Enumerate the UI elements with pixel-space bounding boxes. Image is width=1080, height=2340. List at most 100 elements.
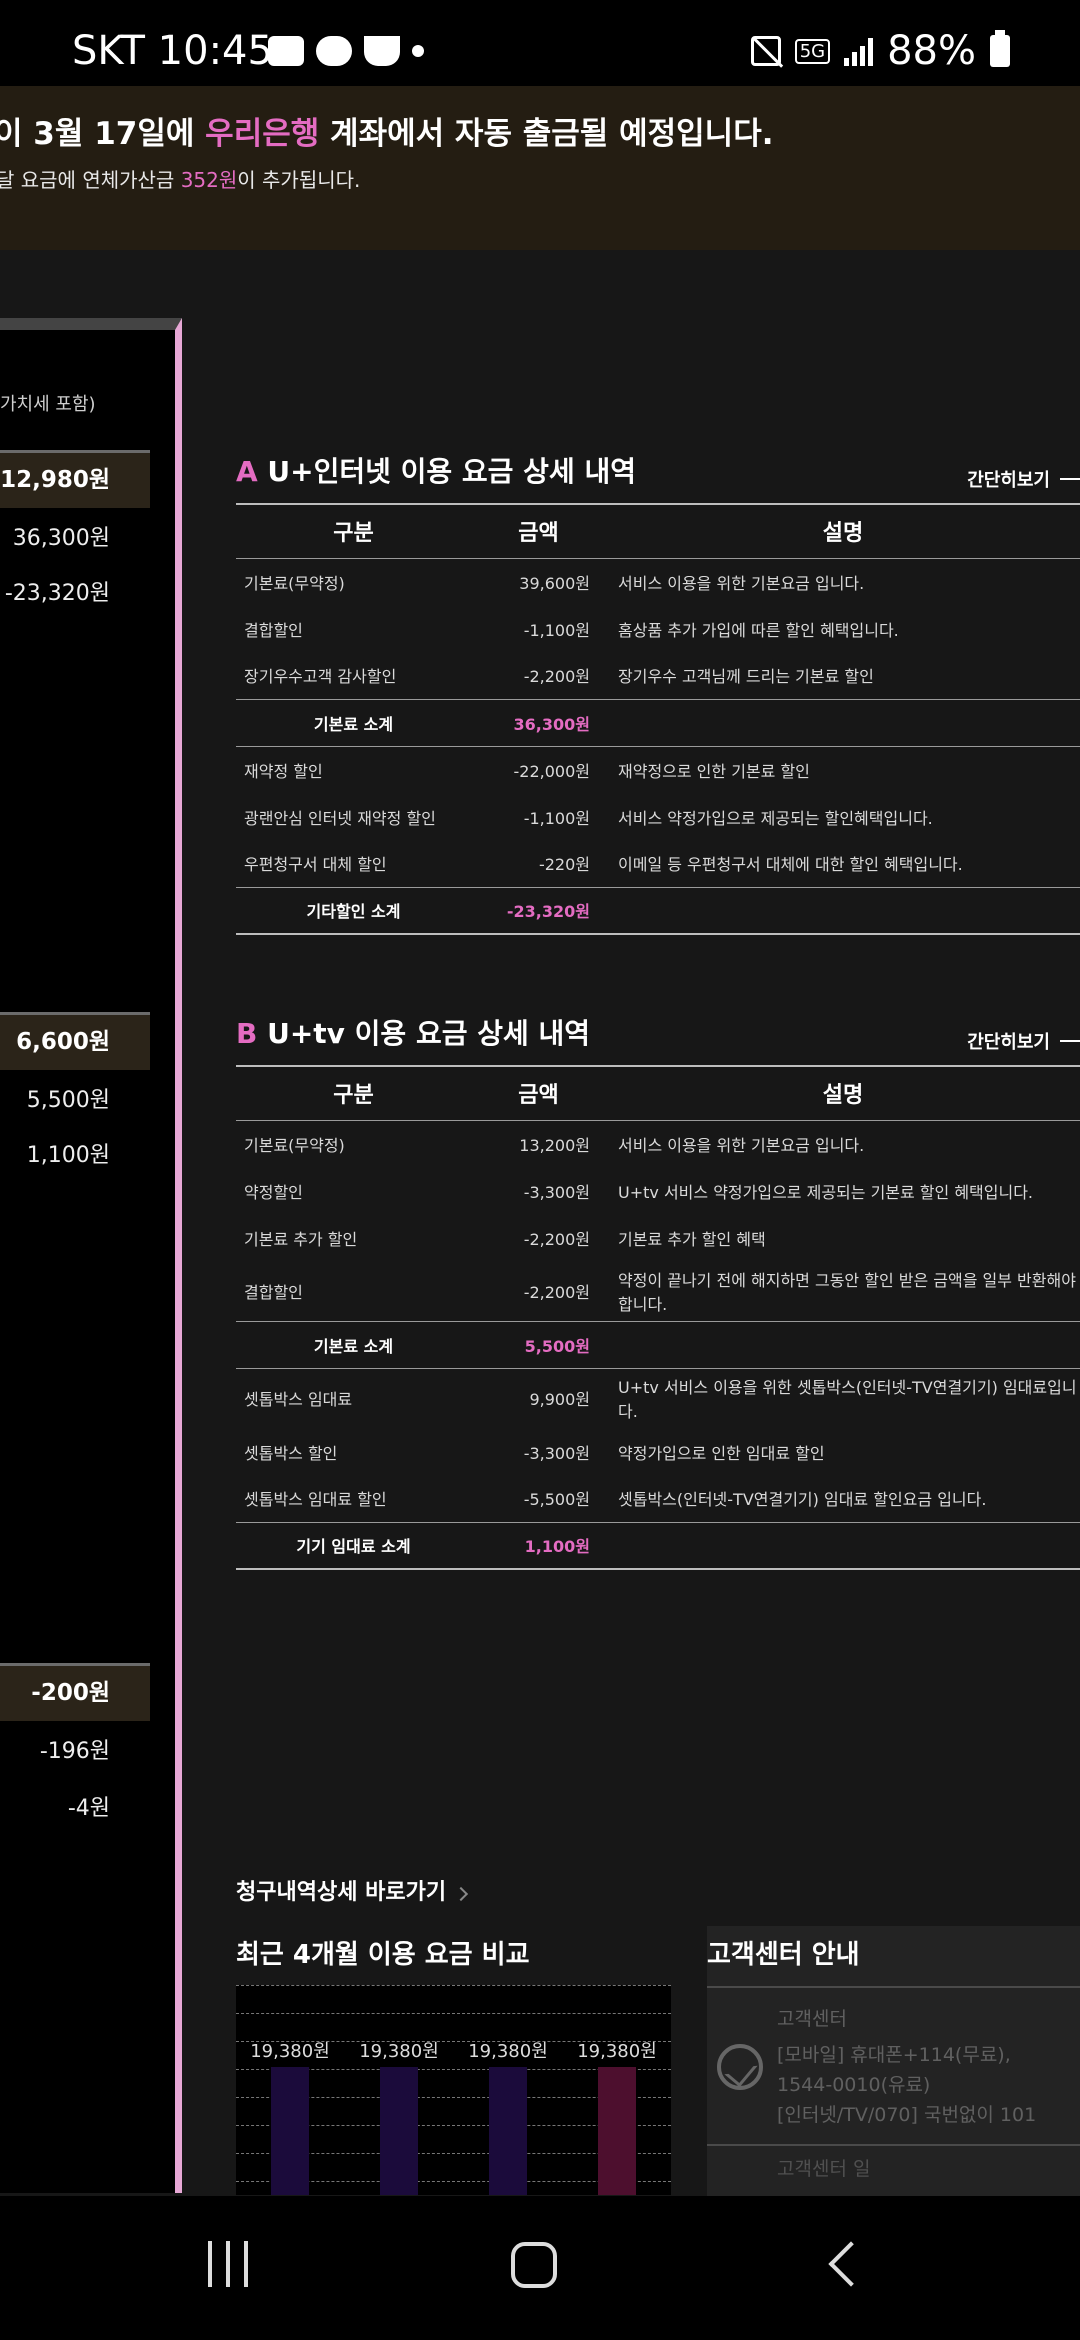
table-row: 기본료(무약정) 39,600원 서비스 이용을 위한 기본요금 입니다. [236,558,1080,605]
back-button[interactable] [828,2241,874,2287]
withdrawal-notice: 이 3월 17일에 우리은행 계좌에서 자동 출금될 예정입니다. [0,108,774,153]
battery-percent: 88% [887,28,976,74]
subtotal-row: 기본료 소계 5,500원 [236,1320,1080,1369]
subtotal-row: 기기 임대료 소계 1,100원 [236,1521,1080,1570]
system-icons: 5G 88% [750,28,1010,74]
row-amount: 39,600원 [519,573,590,593]
row-amount: 5,500원 [471,1320,606,1369]
table-row: 셋톱박스 임대료 할인 -5,500원 셋톱박스(인터넷-TV연결기기) 임대료 할… [236,1475,1080,1522]
carrier-label: SKT [72,28,145,74]
home-button[interactable] [511,2242,557,2288]
signal-icon [844,36,874,66]
row-desc [606,886,1080,935]
row-name: 기본료 추가 할인 [244,1229,358,1249]
grid-line [236,1985,671,1986]
row-amount: -5,500원 [523,1490,590,1510]
row-desc [606,1320,1080,1369]
table-row: 약정할인 -3,300원 U+tv 서비스 약정가입으로 제공되는 기본료 할인 혜… [236,1167,1080,1214]
late-fee-notice: 달 요금에 연체가산금 352원이 추가됩니다. [0,164,360,193]
table-row: 우편청구서 대체 할인 -220원 이메일 등 우편청구서 대체에 대한 할인 혜택… [236,840,1080,887]
minus-icon [1060,1040,1080,1042]
collapse-toggle[interactable]: 간단히보기 [967,466,1080,492]
column-header: 구분 [236,1065,471,1121]
row-name: 우편청구서 대체 할인 [244,855,387,875]
grid-line [236,2013,671,2014]
table-row: 셋톱박스 임대료 9,900원 U+tv 서비스 이용을 위한 셋톱박스(인터넷-T… [236,1368,1080,1428]
row-name: 기타할인 소계 [236,886,471,935]
column-header: 설명 [606,503,1080,559]
column-header: 설명 [606,1065,1080,1121]
row-name: 기본료(무약정) [244,1135,345,1155]
row-name: 기본료(무약정) [244,573,345,593]
row-desc: 홈상품 추가 가입에 따른 할인 혜택입니다. [618,620,899,640]
summary-row: -4원 [67,1796,110,1821]
more-notifications-icon [412,45,424,57]
status-bar: SKT 10:45 5G 88% [0,0,1080,86]
row-amount: 9,900원 [529,1390,590,1410]
cs-heading: 고객센터 [777,2008,847,2030]
table-row: 셋톱박스 할인 -3,300원 약정가입으로 인한 임대료 할인 [236,1428,1080,1475]
cloud-icon [316,36,352,66]
row-amount: -2,200원 [523,1229,590,1249]
notice-text: 이 추가됩니다. [237,168,361,192]
toggle-label: 간단히보기 [967,1032,1050,1053]
row-amount: -3,300원 [523,1443,590,1463]
subtotal-row: 기본료 소계 36,300원 [236,698,1080,747]
recents-button[interactable] [208,2241,248,2287]
carrier-time: SKT 10:45 [72,28,273,74]
internet-total: 12,980원 [0,450,150,508]
row-desc: 셋톱박스(인터넷-TV연결기기) 임대료 할인요금 입니다. [618,1490,987,1510]
row-amount: 36,300원 [471,698,606,747]
phone-icon [717,2044,763,2090]
gallery-icon [268,36,304,66]
customer-center-panel: 고객센터 안내 고객센터 [모바일] 휴대폰+114(무료), 1544-001… [707,1926,1080,2196]
chart-bar [271,2067,309,2195]
table-row: 기본료 추가 할인 -2,200원 기본료 추가 할인 혜택 [236,1214,1080,1261]
row-amount: -3,300원 [523,1182,590,1202]
customer-center-box[interactable]: 고객센터 [모바일] 휴대폰+114(무료), 1544-0010(유료) [인… [707,1986,1080,2146]
column-header: 금액 [471,1065,606,1121]
row-name: 셋톱박스 임대료 [244,1390,353,1410]
row-name: 재약정 할인 [244,761,323,781]
payment-notice: 이 3월 17일에 우리은행 계좌에서 자동 출금될 예정입니다. 달 요금에 … [0,86,1080,250]
comparison-chart: 19,380원 19,380원 19,380원 19,380원 [236,1985,671,2195]
summary-row: 1,100원 [26,1143,110,1168]
subtotal-row: 기타할인 소계 -23,320원 [236,886,1080,935]
row-amount: 13,200원 [519,1135,590,1155]
row-name: 셋톱박스 할인 [244,1443,338,1463]
row-desc: 약정가입으로 인한 임대료 할인 [618,1443,825,1463]
row-name: 기본료 소계 [236,698,471,747]
row-desc: U+tv 서비스 이용을 위한 셋톱박스(인터넷-TV연결기기) 임대료입니다. [618,1378,1077,1422]
cs-line: 1544-0010(유료) [777,2074,931,2096]
comparison-title: 최근 4개월 이용 요금 비교 [236,1940,530,1970]
bill-detail-link[interactable]: 청구내역상세 바로가기 [236,1874,469,1906]
row-name: 셋톱박스 임대료 할인 [244,1490,387,1510]
section-title: A U+인터넷 이용 요금 상세 내역 [236,450,636,490]
row-amount: -23,320원 [471,886,606,935]
row-desc: 이메일 등 우편청구서 대체에 대한 할인 혜택입니다. [618,855,963,875]
row-name: 장기우수고객 감사할인 [244,667,397,687]
mute-icon [750,36,781,66]
row-amount: -220원 [538,855,590,875]
table-row: 광랜안심 인터넷 재약정 할인 -1,100원 서비스 약정가입으로 제공되는 할인… [236,793,1080,840]
row-desc: 기본료 추가 할인 혜택 [618,1229,766,1249]
row-amount: -22,000원 [513,761,590,781]
bar-value-label: 19,380원 [468,2041,548,2062]
row-desc: 서비스 이용을 위한 기본요금 입니다. [618,1135,865,1155]
row-desc: 재약정으로 인한 기본료 할인 [618,761,810,781]
notice-text: 달 요금에 연체가산금 [0,168,181,192]
cs-line: [인터넷/TV/070] 국번없이 101 [777,2104,1037,2126]
other-total: -200원 [0,1663,150,1721]
row-name: 기본료 소계 [236,1320,471,1369]
chevron-right-icon [453,1886,469,1902]
collapse-toggle[interactable]: 간단히보기 [967,1028,1080,1054]
bank-name: 우리은행 [205,116,320,152]
section-letter: B [236,1017,258,1050]
row-amount: -1,100원 [523,620,590,640]
section-title: B U+tv 이용 요금 상세 내역 [236,1012,590,1052]
row-amount: -2,200원 [523,1282,590,1302]
table-header: 구분 금액 설명 [236,503,1080,559]
row-name: 약정할인 [244,1182,303,1202]
row-name: 결합할인 [244,1282,303,1302]
chart-bar [380,2067,418,2195]
